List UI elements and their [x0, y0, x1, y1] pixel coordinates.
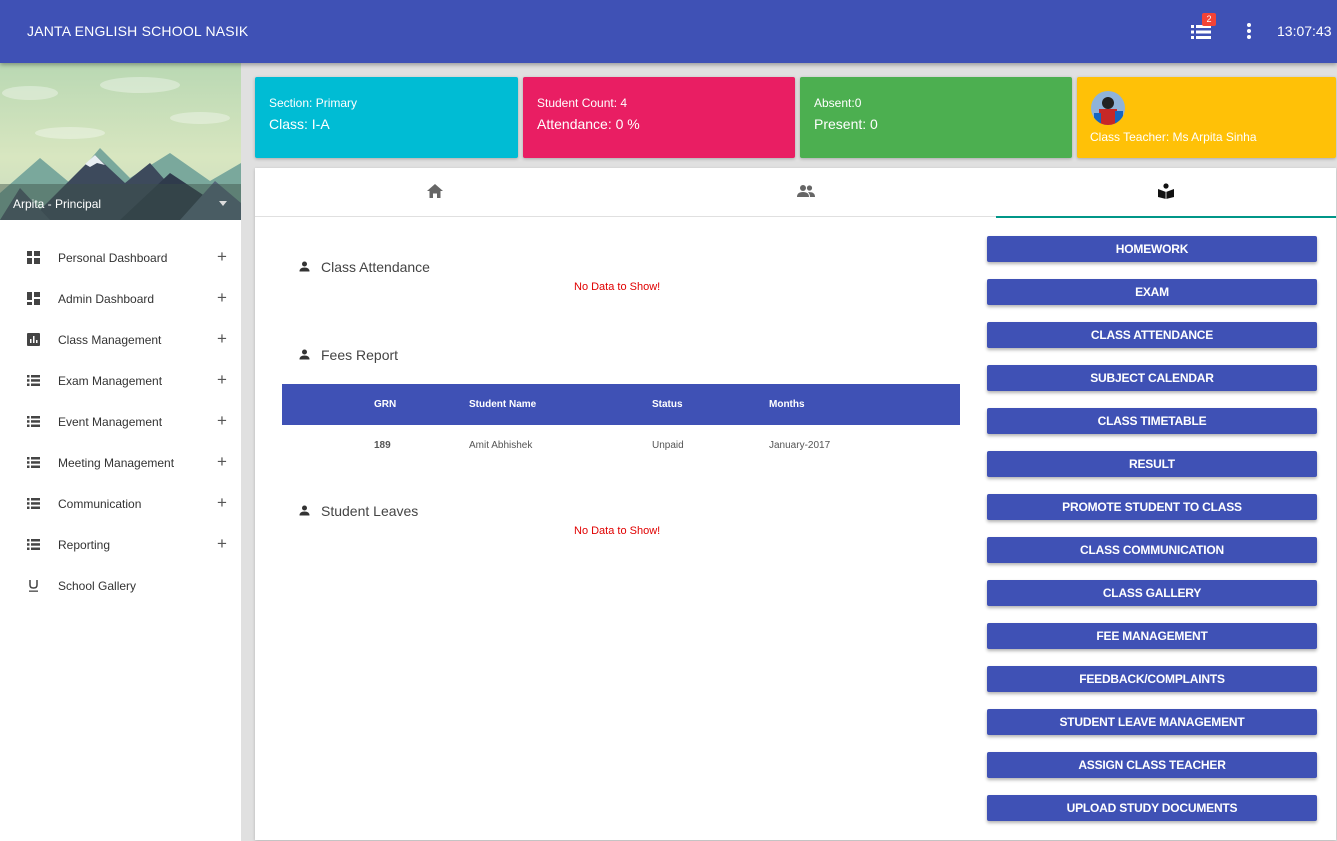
class-gallery-button[interactable]: CLASS GALLERY: [987, 580, 1317, 606]
student-count-label: Student Count: 4: [537, 96, 628, 110]
list-icon: [27, 416, 40, 427]
table-row[interactable]: 189 Amit Abhishek Unpaid January-2017: [282, 425, 960, 466]
attendance-empty-message: No Data to Show!: [574, 281, 661, 293]
class-icon: [1158, 183, 1174, 199]
cell-months: January-2017: [769, 440, 831, 451]
list-icon: [27, 539, 40, 550]
sidebar-item-class-management[interactable]: Class Management +: [0, 320, 241, 361]
class-communication-button[interactable]: CLASS COMMUNICATION: [987, 537, 1317, 563]
promote-student-button[interactable]: PROMOTE STUDENT TO CLASS: [987, 494, 1317, 520]
list-icon: [27, 498, 40, 509]
person-icon: [299, 261, 310, 272]
expand-plus-icon[interactable]: +: [217, 411, 227, 431]
expand-plus-icon[interactable]: +: [217, 288, 227, 308]
chart-icon: [27, 333, 40, 346]
homework-button[interactable]: HOMEWORK: [987, 236, 1317, 262]
expand-plus-icon[interactable]: +: [217, 329, 227, 349]
dashboard-icon: [27, 292, 40, 305]
absent-present-card: Absent:0 Present: 0: [800, 77, 1072, 158]
people-icon: [796, 185, 815, 197]
cell-grn: 189: [374, 440, 391, 451]
tab-class[interactable]: [996, 168, 1336, 218]
class-teacher-label: Class Teacher: Ms Arpita Sinha: [1090, 130, 1257, 144]
sidebar-item-meeting-management[interactable]: Meeting Management +: [0, 443, 241, 484]
dashboard-icon: [27, 251, 40, 264]
section-title: Student Leaves: [321, 503, 419, 519]
teacher-avatar: [1091, 91, 1125, 125]
expand-plus-icon[interactable]: +: [217, 493, 227, 513]
class-label: Class: I-A: [269, 116, 330, 132]
sidebar-item-event-management[interactable]: Event Management +: [0, 402, 241, 443]
table-header: GRN Student Name Status Months: [282, 384, 960, 425]
more-vert-icon[interactable]: [1240, 20, 1258, 42]
expand-plus-icon[interactable]: +: [217, 452, 227, 472]
assign-class-teacher-button[interactable]: ASSIGN CLASS TEACHER: [987, 752, 1317, 778]
clock: 13:07:43: [1277, 23, 1332, 39]
sidebar-item-label: Event Management: [58, 415, 163, 429]
fee-management-button[interactable]: FEE MANAGEMENT: [987, 623, 1317, 649]
section-label: Section: Primary: [269, 96, 358, 110]
notification-badge: 2: [1202, 13, 1216, 26]
profile-banner: Arpita - Principal: [0, 63, 241, 220]
feedback-complaints-button[interactable]: FEEDBACK/COMPLAINTS: [987, 666, 1317, 692]
leaves-empty-message: No Data to Show!: [574, 525, 661, 537]
home-icon: [427, 184, 443, 198]
sidebar-item-label: Reporting: [58, 538, 111, 552]
sidebar-item-label: School Gallery: [58, 579, 137, 593]
fees-table: GRN Student Name Status Months 189 Amit …: [282, 384, 960, 466]
student-count-card: Student Count: 4 Attendance: 0 %: [523, 77, 795, 158]
list-icon: [27, 375, 40, 386]
section-card: Section: Primary Class: I-A: [255, 77, 518, 158]
cell-status: Unpaid: [652, 440, 684, 451]
section-title: Fees Report: [321, 347, 399, 363]
result-button[interactable]: RESULT: [987, 451, 1317, 477]
absent-label: Absent:0: [814, 96, 862, 110]
list-icon: [27, 457, 40, 468]
sidebar-item-admin-dashboard[interactable]: Admin Dashboard +: [0, 279, 241, 320]
tab-bar: [255, 168, 1336, 218]
underline-icon: [29, 580, 38, 592]
sidebar-item-label: Personal Dashboard: [58, 251, 168, 265]
expand-plus-icon[interactable]: +: [217, 247, 227, 267]
sidebar-item-school-gallery[interactable]: School Gallery: [0, 566, 241, 607]
sidebar: Arpita - Principal Personal Dashboard + …: [0, 63, 241, 841]
exam-button[interactable]: EXAM: [987, 279, 1317, 305]
main-panel: Class Attendance No Data to Show! Fees R…: [255, 168, 1336, 840]
school-title: JANTA ENGLISH SCHOOL NASIK: [27, 23, 249, 39]
chevron-down-icon[interactable]: [219, 201, 227, 206]
upload-study-documents-button[interactable]: UPLOAD STUDY DOCUMENTS: [987, 795, 1317, 821]
attendance-label: Attendance: 0 %: [537, 116, 640, 132]
column-header-months: Months: [769, 399, 805, 410]
sidebar-item-label: Meeting Management: [58, 456, 175, 470]
expand-plus-icon[interactable]: +: [217, 534, 227, 554]
sidebar-item-exam-management[interactable]: Exam Management +: [0, 361, 241, 402]
tab-people[interactable]: [615, 168, 996, 217]
person-icon: [299, 349, 310, 360]
class-attendance-button[interactable]: CLASS ATTENDANCE: [987, 322, 1317, 348]
sidebar-menu: Personal Dashboard + Admin Dashboard + C…: [0, 238, 241, 607]
column-header-student-name: Student Name: [469, 399, 537, 410]
expand-plus-icon[interactable]: +: [217, 370, 227, 390]
subject-calendar-button[interactable]: SUBJECT CALENDAR: [987, 365, 1317, 391]
section-title: Class Attendance: [321, 259, 430, 275]
tab-home[interactable]: [255, 168, 615, 217]
class-timetable-button[interactable]: CLASS TIMETABLE: [987, 408, 1317, 434]
student-leave-management-button[interactable]: STUDENT LEAVE MANAGEMENT: [987, 709, 1317, 735]
sidebar-item-label: Admin Dashboard: [58, 292, 155, 306]
present-label: Present: 0: [814, 116, 878, 132]
class-teacher-card: Class Teacher: Ms Arpita Sinha: [1077, 77, 1336, 158]
sidebar-item-communication[interactable]: Communication +: [0, 484, 241, 525]
sidebar-item-reporting[interactable]: Reporting +: [0, 525, 241, 566]
column-header-grn: GRN: [374, 399, 397, 410]
sidebar-item-label: Exam Management: [58, 374, 163, 388]
column-header-status: Status: [652, 399, 683, 410]
profile-user-name[interactable]: Arpita - Principal: [13, 197, 101, 211]
person-icon: [299, 505, 310, 516]
sidebar-item-label: Class Management: [58, 333, 162, 347]
sidebar-item-label: Communication: [58, 497, 142, 511]
top-app-bar: JANTA ENGLISH SCHOOL NASIK 2 13:07:43: [0, 0, 1337, 63]
sidebar-item-personal-dashboard[interactable]: Personal Dashboard +: [0, 238, 241, 279]
cell-student-name: Amit Abhishek: [469, 440, 533, 451]
